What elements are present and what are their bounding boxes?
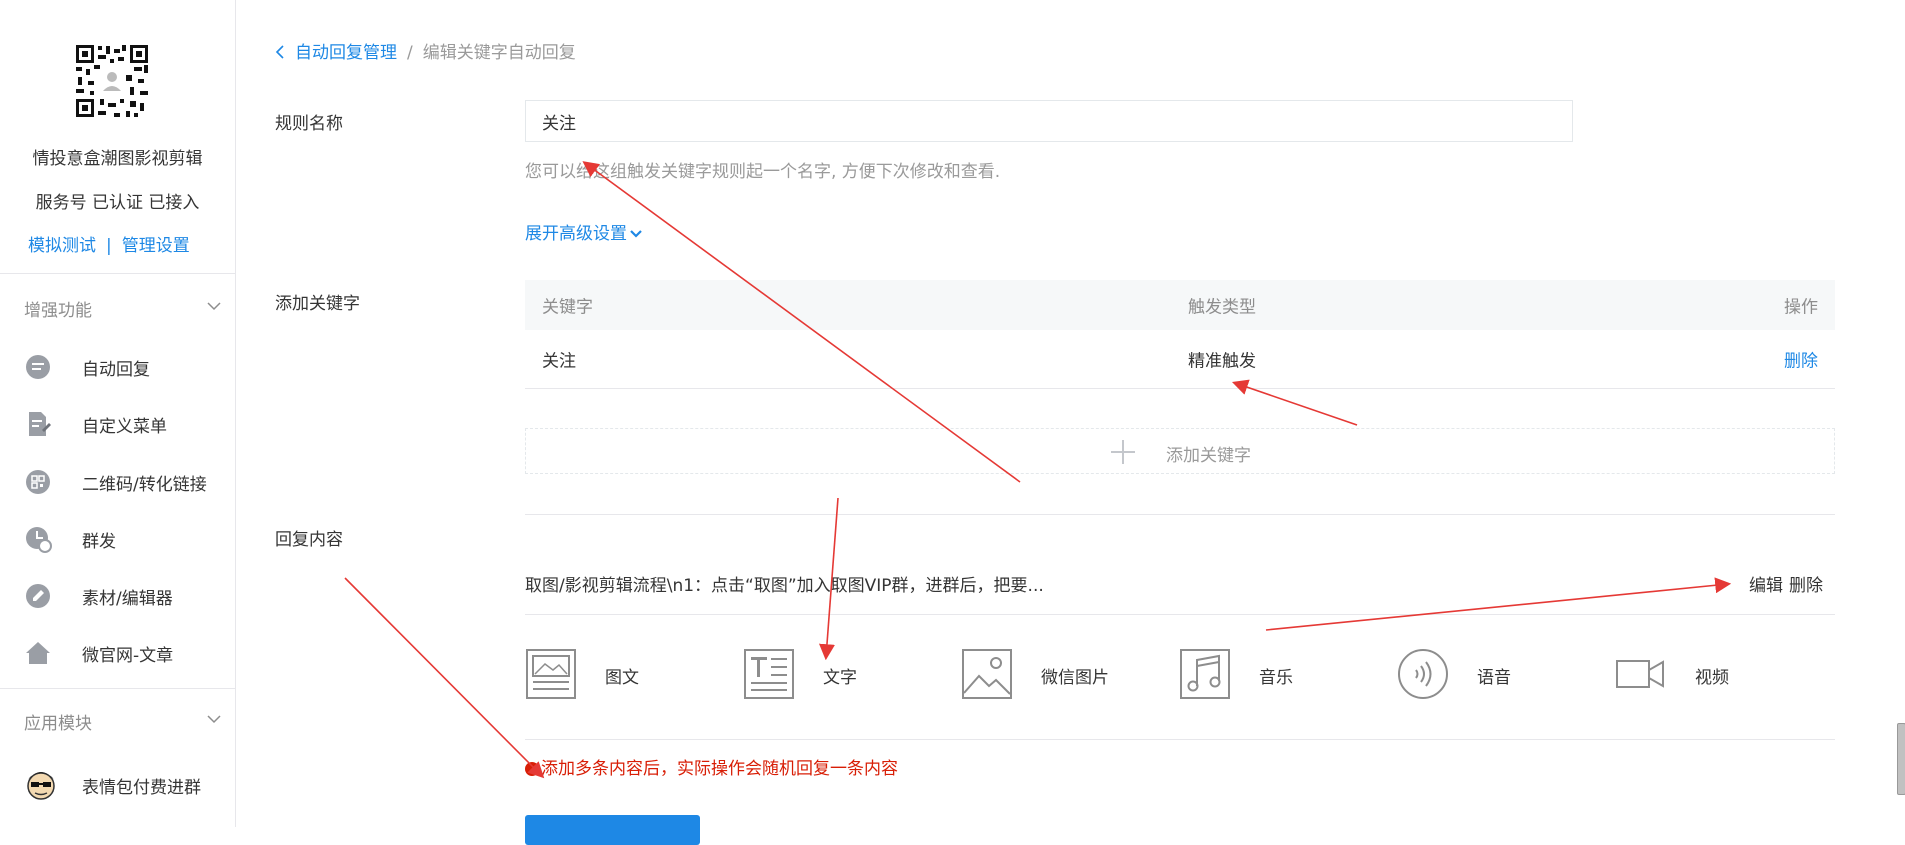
account-status: 服务号 已认证 已接入 [35,193,200,213]
chevron-down-icon [207,715,221,724]
sidebar-item-label: 自动回复 [82,360,150,380]
multi-reply-warning: 添加多条内容后，实际操作会随机回复一条内容 [525,754,898,779]
simulate-test-link[interactable]: 模拟测试 [28,236,96,256]
sidebar-item-material-editor[interactable]: 素材/编辑器 [24,574,229,614]
column-header-actions: 操作 [1784,297,1818,318]
sidebar-divider [0,273,235,274]
add-keyword-label: 添加关键字 [1166,446,1251,466]
chevron-down-icon [207,302,221,311]
plus-icon [1111,440,1135,464]
trigger-type-cell[interactable]: 精准触发 [1188,347,1256,372]
table-row: 关注 精准触发 删除 [525,330,1835,389]
keyword-cell: 关注 [542,351,576,372]
reply-type-image[interactable]: 微信图片 [961,645,1161,701]
warning-dot-icon [525,762,539,776]
reply-item-actions: 编辑 删除 [1743,571,1823,596]
reply-content-label: 回复内容 [275,530,343,550]
section-title: 应用模块 [24,714,92,734]
keyword-table: 关键字 触发类型 操作 关注 精准触发 删除 [525,280,1835,389]
video-icon [1616,660,1664,688]
chevron-down-icon [630,230,642,238]
breadcrumb-back-link[interactable]: 自动回复管理 [275,43,397,63]
page-scrollbar[interactable] [1897,0,1905,827]
reply-type-voice[interactable]: 语音 [1397,645,1597,701]
sidebar-item-qrcode[interactable]: 二维码/转化链接 [24,460,229,500]
sidebar-item-label: 表情包付费进群 [82,778,201,798]
keywords-label: 添加关键字 [275,294,360,314]
reply-type-news[interactable]: 图文 [525,645,725,701]
sidebar-item-sticker-group[interactable]: 表情包付费进群 [24,763,229,803]
reply-type-label: 文字 [823,668,857,688]
section-app-modules[interactable]: 应用模块 [24,709,224,734]
advanced-settings-toggle[interactable]: 展开高级设置 [525,219,643,244]
breadcrumb: 自动回复管理 / 编辑关键字自动回复 [275,38,576,63]
save-button[interactable] [525,815,700,845]
sidebar-item-label: 群发 [82,532,116,552]
keyword-table-header: 关键字 触发类型 操作 [525,280,1835,330]
reply-type-label: 微信图片 [1041,668,1109,688]
breadcrumb-back-label: 自动回复管理 [295,43,397,63]
reply-type-video[interactable]: 视频 [1615,645,1815,701]
column-header-keyword: 关键字 [542,297,593,318]
warning-text: 添加多条内容后，实际操作会随机回复一条内容 [541,759,898,779]
reply-type-label: 视频 [1695,668,1729,688]
reply-type-selector: 图文 文字 微信图片 音乐 语音 视频 [525,645,1835,703]
sidebar-divider [0,688,235,689]
reply-type-text[interactable]: 文字 [743,645,943,701]
divider [525,739,1835,740]
reply-item-text: 取图/影视剪辑流程\n1：点击“取图”加入取图VIP群，进群后，把要... [525,576,1044,596]
divider [525,614,1835,615]
account-qrcode [74,43,150,119]
breadcrumb-current: 编辑关键字自动回复 [422,43,576,63]
divider [525,514,1835,515]
avatar-face-icon [27,772,55,800]
reply-type-music[interactable]: 音乐 [1179,645,1379,701]
sidebar-item-label: 素材/编辑器 [82,589,173,609]
reply-type-label: 音乐 [1259,668,1293,688]
reply-edit-link[interactable]: 编辑 [1749,576,1783,596]
section-title: 增强功能 [24,301,92,321]
sidebar-item-mass-send[interactable]: 群发 [24,517,229,557]
manage-settings-link[interactable]: 管理设置 [122,236,190,256]
rule-name-hint: 您可以给这组触发关键字规则起一个名字, 方便下次修改和查看. [525,162,1001,182]
breadcrumb-separator: / [407,43,413,63]
delete-keyword-link[interactable]: 删除 [1784,347,1818,372]
rule-name-input[interactable] [525,100,1573,142]
scrollbar-thumb[interactable] [1897,723,1905,795]
main-content: 自动回复管理 / 编辑关键字自动回复 规则名称 您可以给这组触发关键字规则起一个名字… [275,0,1835,845]
sidebar-item-label: 二维码/转化链接 [82,475,207,495]
sidebar-item-label: 微官网-文章 [82,646,174,666]
account-links: 模拟测试 | 管理设置 [28,231,190,256]
reply-delete-link[interactable]: 删除 [1789,576,1823,596]
pencil-icon [26,584,50,608]
reply-type-label: 图文 [605,668,639,688]
rule-name-label: 规则名称 [275,114,343,134]
qrcode-link-icon [26,470,50,494]
document-edit-icon [29,412,51,436]
text-icon [744,649,794,699]
advanced-settings-label: 展开高级设置 [525,224,627,244]
add-keyword-button[interactable]: 添加关键字 [525,428,1835,474]
column-header-trigger-type: 触发类型 [1188,297,1256,318]
reply-type-label: 语音 [1477,668,1511,688]
sidebar-item-custom-menu[interactable]: 自定义菜单 [24,402,229,442]
sidebar-item-auto-reply[interactable]: 自动回复 [24,345,229,385]
sidebar: 情投意盒潮图影视剪辑 服务号 已认证 已接入 模拟测试 | 管理设置 增强功能 自动… [0,0,236,827]
voice-icon [1398,649,1448,699]
account-name: 情投意盒潮图影视剪辑 [32,149,203,169]
section-enhanced-features[interactable]: 增强功能 [24,296,224,321]
sidebar-item-micro-site[interactable]: 微官网-文章 [24,631,229,671]
chat-bubble-icon [26,355,50,379]
image-icon [962,649,1012,699]
house-icon [26,642,50,664]
news-article-icon [526,649,576,699]
clock-send-icon [26,527,52,553]
sidebar-item-label: 自定义菜单 [82,417,167,437]
chevron-left-icon [275,45,284,59]
link-separator: | [106,236,112,256]
music-icon [1180,649,1230,699]
